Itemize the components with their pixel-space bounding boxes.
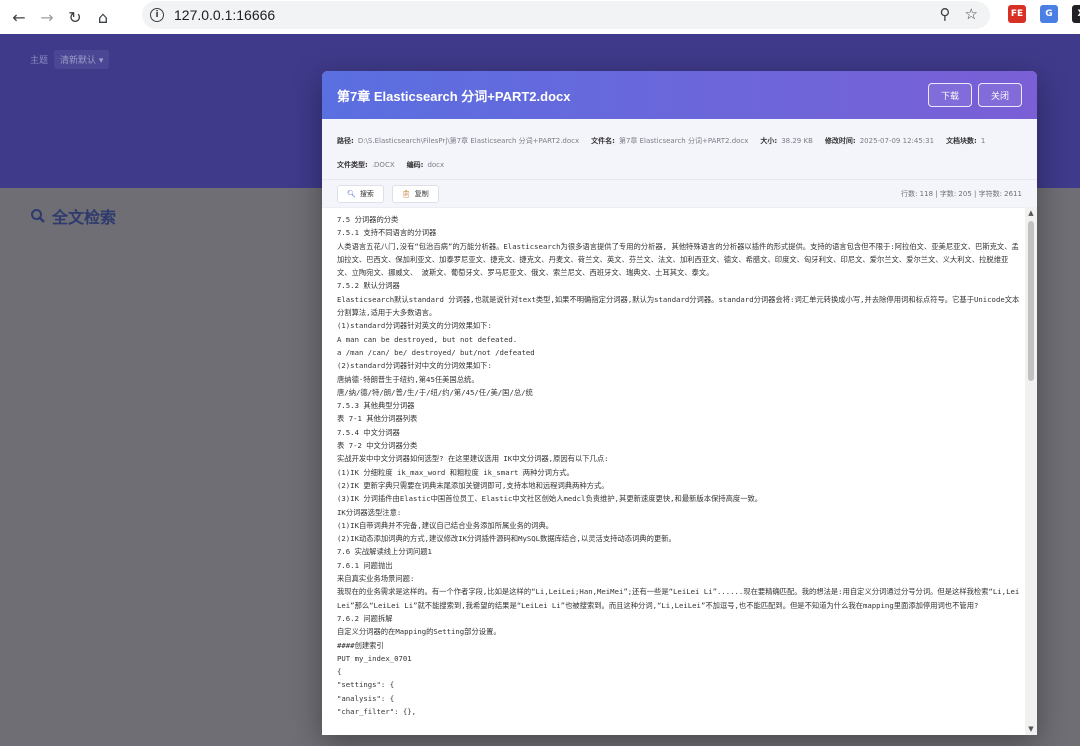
meta-filename: 文件名: 第7章 Elasticsearch 分词+PART2.docx xyxy=(591,137,749,145)
document-line: (1)IK自带词典并不完备,建议自己结合业务添加所属业务的词典。 xyxy=(337,520,554,530)
document-line: (2)IK 更新字典只需要在词典末尾添加关键词即可,支持本地和远程词典两种方式。 xyxy=(337,480,609,490)
extension-x-icon[interactable]: X xyxy=(1072,5,1080,23)
scroll-thumb[interactable] xyxy=(1028,221,1034,381)
reload-icon[interactable]: ↻ xyxy=(64,6,86,28)
document-line: (1)standard分词器针对英文的分词效果如下: xyxy=(337,321,492,331)
url-text[interactable]: 127.0.0.1:16666 xyxy=(174,7,275,23)
document-line: Elasticsearch默认standard 分词器,也就是说针对text类型… xyxy=(337,294,1020,318)
document-line: 7.5.1 支持不同语言的分词器 xyxy=(337,228,437,238)
document-line: "settings": { xyxy=(337,680,395,690)
extension-translate-icon[interactable]: G xyxy=(1040,5,1058,23)
document-line: 我现在的业务需求是这样的。有一个作者字段,比如是这样的“Li,LeiLei;Ha… xyxy=(337,587,1020,610)
document-line: "char_filter": {}, xyxy=(337,706,417,716)
content-scrollbar[interactable]: ▲ ▼ xyxy=(1025,207,1037,735)
document-line: 7.6 实战解读线上分词问题1 xyxy=(337,547,432,557)
meta-encoding: 编码: docx xyxy=(406,161,445,169)
meta-chunks: 文档块数: 1 xyxy=(946,137,986,145)
theme-selector: 主题 清新默认 ▾ xyxy=(30,50,110,69)
search-button-label: 搜索 xyxy=(359,189,374,198)
document-line: 自定义分词器的在Mapping的Setting部分设置。 xyxy=(337,627,501,637)
site-info-icon[interactable]: i xyxy=(150,8,164,22)
browser-toolbar: ← → ↻ ⌂ i 127.0.0.1:16666 ⚲ ☆ FE G X xyxy=(0,0,1080,34)
document-content[interactable]: 7.5 分词器的分类 7.5.1 支持不同语言的分词器人类语言五花八门,没有“包治… xyxy=(322,207,1037,735)
scroll-down-icon[interactable]: ▼ xyxy=(1027,725,1035,733)
document-line: "analysis": { xyxy=(337,693,395,703)
meta-path: 路径: D:\S.Elasticsearch\FilesPrj\第7章 Elast… xyxy=(337,137,580,145)
document-line: PUT my_index_0701 xyxy=(337,653,412,663)
document-line: 实战开发中中文分词器如何选型? 在这里建议选用 IK中文分词器,原因有以下几点: xyxy=(337,454,609,464)
document-line: (2)IK动态添加词典的方式,建议修改IK分词插件源码和MySQL数据库结合,以… xyxy=(337,534,676,544)
document-line: 7.6.2 问题拆解 xyxy=(337,613,393,623)
back-icon[interactable]: ← xyxy=(8,6,30,28)
document-line: 唐纳德·特朗普生于纽约,第45任美国总统。 xyxy=(337,374,479,384)
search-icon: 🔍︎ xyxy=(347,189,356,198)
address-bar[interactable]: i 127.0.0.1:16666 ⚲ ☆ xyxy=(142,1,990,29)
text-stats: 行数: 118 | 字数: 205 | 字符数: 2611 xyxy=(901,189,1022,198)
theme-dropdown[interactable]: 清新默认 ▾ xyxy=(54,50,110,69)
document-line: 表 7-2 中文分词器分类 xyxy=(337,441,418,451)
document-line: IK分词器选型注意: xyxy=(337,507,402,517)
document-line: (2)standard分词器针对中文的分词效果如下: xyxy=(337,361,492,371)
meta-size: 大小: 38.29 KB xyxy=(760,137,813,145)
home-icon[interactable]: ⌂ xyxy=(92,6,114,28)
copy-icon: 📋︎ xyxy=(401,189,411,198)
document-line: { xyxy=(337,667,342,677)
theme-label: 主题 xyxy=(30,56,49,66)
zoom-icon[interactable]: ⚲ xyxy=(940,5,951,23)
document-line: a /man /can/ be/ destroyed/ but/not /def… xyxy=(337,347,535,357)
copy-button-label: 复制 xyxy=(414,189,429,198)
download-button[interactable]: 下载 xyxy=(927,83,972,107)
content-toolbar: 🔍︎ 搜索 📋︎ 复制 行数: 118 | 字数: 205 | 字符数: 261… xyxy=(322,180,1037,208)
document-line: 7.5.3 其他典型分词器 xyxy=(337,401,415,411)
close-button[interactable]: 关闭 xyxy=(977,83,1022,107)
document-line: 来自真实业务场景问题: xyxy=(337,574,415,584)
file-metadata: 路径: D:\S.Elasticsearch\FilesPrj\第7章 Elast… xyxy=(322,119,1037,180)
document-line: 7.5.2 默认分词器 xyxy=(337,281,400,291)
search-button[interactable]: 🔍︎ 搜索 xyxy=(337,184,384,203)
document-line: 人类语言五花八门,没有“包治百病”的万能分析器。Elasticsearch为很多… xyxy=(337,241,1019,278)
extension-fe-icon[interactable]: FE xyxy=(1008,5,1026,23)
fulltext-search-heading: 全文检索 xyxy=(30,204,116,228)
document-line: 7.5.4 中文分词器 xyxy=(337,427,400,437)
document-line: (1)IK 分细粒度 ik_max_word 和粗粒度 ik_smart 两种分… xyxy=(337,467,574,477)
document-line: 表 7-1 其他分词器列表 xyxy=(337,414,418,424)
document-text: 7.5 分词器的分类 7.5.1 支持不同语言的分词器人类语言五花八门,没有“包治… xyxy=(337,213,1022,718)
modal-title: 第7章 Elasticsearch 分词+PART2.docx xyxy=(337,88,571,104)
document-line: 7.6.1 问题抛出 xyxy=(337,560,393,570)
modal-header: 第7章 Elasticsearch 分词+PART2.docx 下载 关闭 xyxy=(322,71,1037,119)
search-title-text: 全文检索 xyxy=(52,208,117,227)
document-line: 唐/纳/德/特/朗/普/生/于/纽/约/第/45/任/美/国/总/统 xyxy=(337,387,533,397)
meta-type: 文件类型: .DOCX xyxy=(337,161,395,169)
document-line: (3)IK 分词插件由Elastic中国首位员工、Elastic中文社区创始人m… xyxy=(337,494,763,504)
forward-icon[interactable]: → xyxy=(36,6,58,28)
document-line: 7.5 分词器的分类 xyxy=(337,215,399,224)
meta-mtime: 修改时间: 2025-07-09 12:45:31 xyxy=(824,137,935,145)
document-preview-modal: 第7章 Elasticsearch 分词+PART2.docx 下载 关闭 路径… xyxy=(322,71,1037,735)
copy-button[interactable]: 📋︎ 复制 xyxy=(391,184,439,203)
document-line: ####创建索引 xyxy=(337,640,384,650)
scroll-up-icon[interactable]: ▲ xyxy=(1027,209,1035,217)
magnifier-icon xyxy=(31,209,45,223)
document-line: A man can be destroyed, but not defeated… xyxy=(337,334,518,344)
bookmark-star-icon[interactable]: ☆ xyxy=(965,5,978,23)
